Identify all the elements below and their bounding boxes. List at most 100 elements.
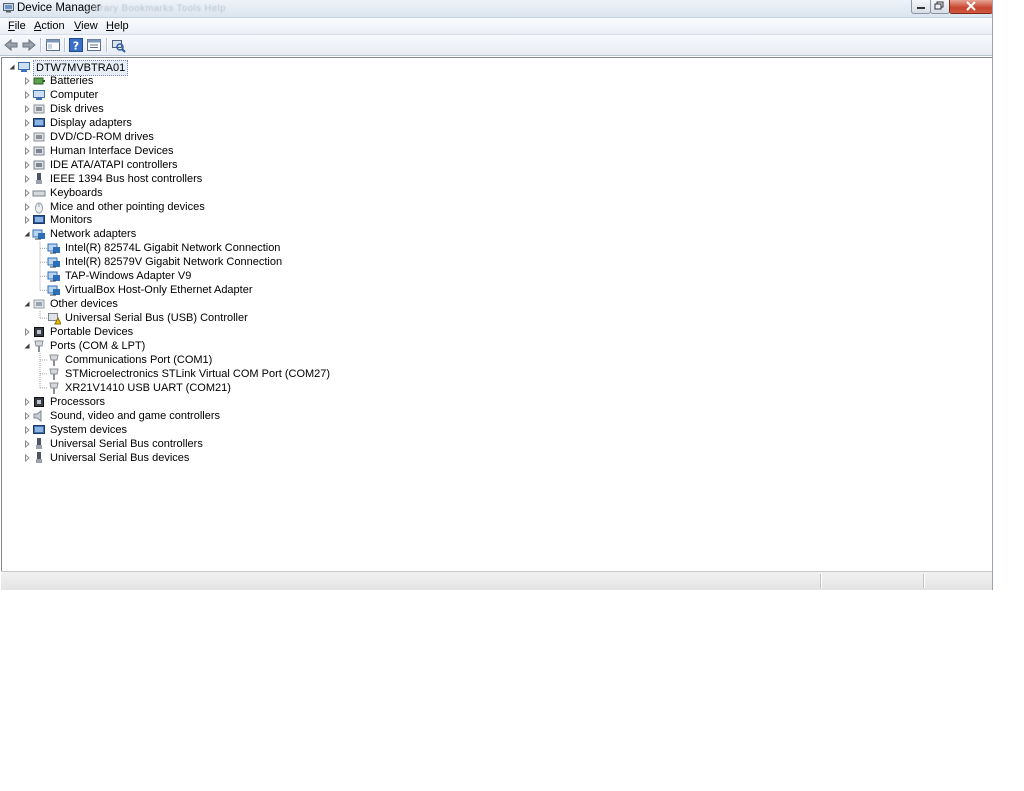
unknown-device-icon xyxy=(33,299,45,309)
tree-node-label: Communications Port (COM1) xyxy=(65,353,213,366)
collapse-arrow-icon[interactable] xyxy=(23,342,31,350)
expand-arrow-icon[interactable] xyxy=(23,411,31,420)
tree-category[interactable]: Human Interface Devices xyxy=(2,144,982,158)
expand-arrow-icon[interactable] xyxy=(23,174,31,183)
tree-category[interactable]: Ports (COM & LPT) xyxy=(2,339,982,353)
expand-arrow-icon[interactable] xyxy=(23,160,31,169)
display-adapter-icon xyxy=(33,117,45,127)
tree-device[interactable]: STMicroelectronics STLink Virtual COM Po… xyxy=(2,367,982,381)
processor-icon xyxy=(34,396,44,407)
tree-device[interactable]: VirtualBox Host-Only Ethernet Adapter xyxy=(2,283,982,297)
tree-category[interactable]: Computer xyxy=(2,88,982,102)
tree-node-label: Human Interface Devices xyxy=(50,144,174,157)
tree-device[interactable]: Communications Port (COM1) xyxy=(2,353,982,367)
tree-category[interactable]: Network adapters xyxy=(2,227,982,241)
expand-arrow-icon[interactable] xyxy=(23,104,31,113)
tree-category[interactable]: Batteries xyxy=(2,74,982,88)
collapse-arrow-icon[interactable] xyxy=(23,230,31,238)
tree-category[interactable]: IDE ATA/ATAPI controllers xyxy=(2,158,982,172)
forward-arrow-icon[interactable] xyxy=(21,37,37,53)
tree-category[interactable]: Universal Serial Bus controllers xyxy=(2,437,982,451)
status-divider xyxy=(820,574,822,588)
tree-node-label: TAP-Windows Adapter V9 xyxy=(65,270,192,283)
show-hide-console-tree-icon[interactable] xyxy=(45,37,61,53)
expand-arrow-icon[interactable] xyxy=(23,90,31,99)
collapse-arrow-icon[interactable] xyxy=(8,63,16,71)
menu-view[interactable]: View xyxy=(74,20,98,32)
expand-arrow-icon[interactable] xyxy=(23,76,31,85)
expand-arrow-icon[interactable] xyxy=(23,425,31,434)
status-divider xyxy=(923,574,925,588)
close-icon xyxy=(966,1,976,11)
expand-arrow-icon[interactable] xyxy=(23,202,31,211)
minimize-button[interactable] xyxy=(911,0,931,14)
tree-device[interactable]: Universal Serial Bus (USB) Controller xyxy=(2,311,982,325)
computer-icon xyxy=(33,89,45,100)
expand-arrow-icon[interactable] xyxy=(23,216,31,225)
tree-category[interactable]: Other devices xyxy=(2,297,982,311)
tree-node-label: Keyboards xyxy=(50,186,103,199)
tree-node-label: VirtualBox Host-Only Ethernet Adapter xyxy=(65,284,253,297)
expand-arrow-icon[interactable] xyxy=(23,118,31,127)
system-device-icon xyxy=(33,424,45,434)
tree-category[interactable]: Display adapters xyxy=(2,116,982,130)
tree-device[interactable]: TAP-Windows Adapter V9 xyxy=(2,269,982,283)
close-button[interactable] xyxy=(949,0,993,14)
tree-node-label: Other devices xyxy=(50,298,118,311)
device-tree[interactable]: DTW7MVBTRA01 Batteries Computer Disk drives… xyxy=(1,57,993,571)
tree-node-label: Display adapters xyxy=(50,116,132,129)
menu-help[interactable]: Help xyxy=(106,20,129,32)
scan-hardware-icon[interactable] xyxy=(110,37,126,53)
tree-node-label: STMicroelectronics STLink Virtual COM Po… xyxy=(65,367,331,380)
tree-category[interactable]: Portable Devices xyxy=(2,325,982,339)
toolbar-separator xyxy=(64,38,66,52)
ide-controller-icon xyxy=(33,160,45,170)
tree-category[interactable]: Universal Serial Bus devices xyxy=(2,451,982,465)
tree-device[interactable]: Intel(R) 82579V Gigabit Network Connecti… xyxy=(2,255,982,269)
usb-icon xyxy=(36,437,42,449)
device-manager-icon xyxy=(3,3,14,13)
minimize-icon xyxy=(917,7,925,9)
tree-category[interactable]: Processors xyxy=(2,395,982,409)
expand-arrow-icon[interactable] xyxy=(23,453,31,462)
monitor-icon xyxy=(33,215,45,225)
tree-category[interactable]: Sound, video and game controllers xyxy=(2,409,982,423)
restore-icon xyxy=(934,1,944,10)
title-bar[interactable]: Device Manager Library Bookmarks Tools H… xyxy=(0,0,993,18)
tree-node-label: Intel(R) 82574L Gigabit Network Connecti… xyxy=(65,242,281,255)
svg-text:?: ? xyxy=(73,40,79,53)
expand-arrow-icon[interactable] xyxy=(23,188,31,197)
menu-action[interactable]: Action xyxy=(34,20,65,32)
expand-arrow-icon[interactable] xyxy=(23,439,31,448)
portable-device-icon xyxy=(34,327,44,338)
properties-icon[interactable] xyxy=(86,37,102,53)
tree-node-label: IDE ATA/ATAPI controllers xyxy=(50,158,178,171)
expand-arrow-icon[interactable] xyxy=(23,132,31,141)
tree-device[interactable]: XR21V1410 USB UART (COM21) xyxy=(2,381,982,395)
tree-root[interactable]: DTW7MVBTRA01 xyxy=(2,60,982,76)
tree-category[interactable]: Disk drives xyxy=(2,102,982,116)
tree-category[interactable]: IEEE 1394 Bus host controllers xyxy=(2,172,982,186)
tree-node-label: Sound, video and game controllers xyxy=(50,409,220,422)
network-adapter-icon xyxy=(47,243,60,254)
mouse-icon xyxy=(35,202,43,213)
tree-category[interactable]: Keyboards xyxy=(2,186,982,200)
help-icon[interactable]: ? xyxy=(68,37,84,53)
collapse-arrow-icon[interactable] xyxy=(23,300,31,308)
expand-arrow-icon[interactable] xyxy=(23,397,31,406)
tree-category[interactable]: Mice and other pointing devices xyxy=(2,200,982,214)
battery-icon xyxy=(33,77,45,85)
tree-category[interactable]: System devices xyxy=(2,423,982,437)
menu-file[interactable]: File xyxy=(8,20,26,32)
tree-node-label: Ports (COM & LPT) xyxy=(50,340,146,352)
expand-arrow-icon[interactable] xyxy=(23,146,31,155)
tree-node-label: Monitors xyxy=(50,214,93,227)
network-adapter-icon xyxy=(47,271,60,282)
tree-device[interactable]: Intel(R) 82574L Gigabit Network Connecti… xyxy=(2,241,982,255)
tree-category[interactable]: DVD/CD-ROM drives xyxy=(2,130,982,144)
expand-arrow-icon[interactable] xyxy=(23,328,31,337)
tree-category[interactable]: Monitors xyxy=(2,213,982,227)
window-right-border xyxy=(992,0,993,590)
back-arrow-icon[interactable] xyxy=(3,37,19,53)
maximize-button[interactable] xyxy=(930,0,950,14)
